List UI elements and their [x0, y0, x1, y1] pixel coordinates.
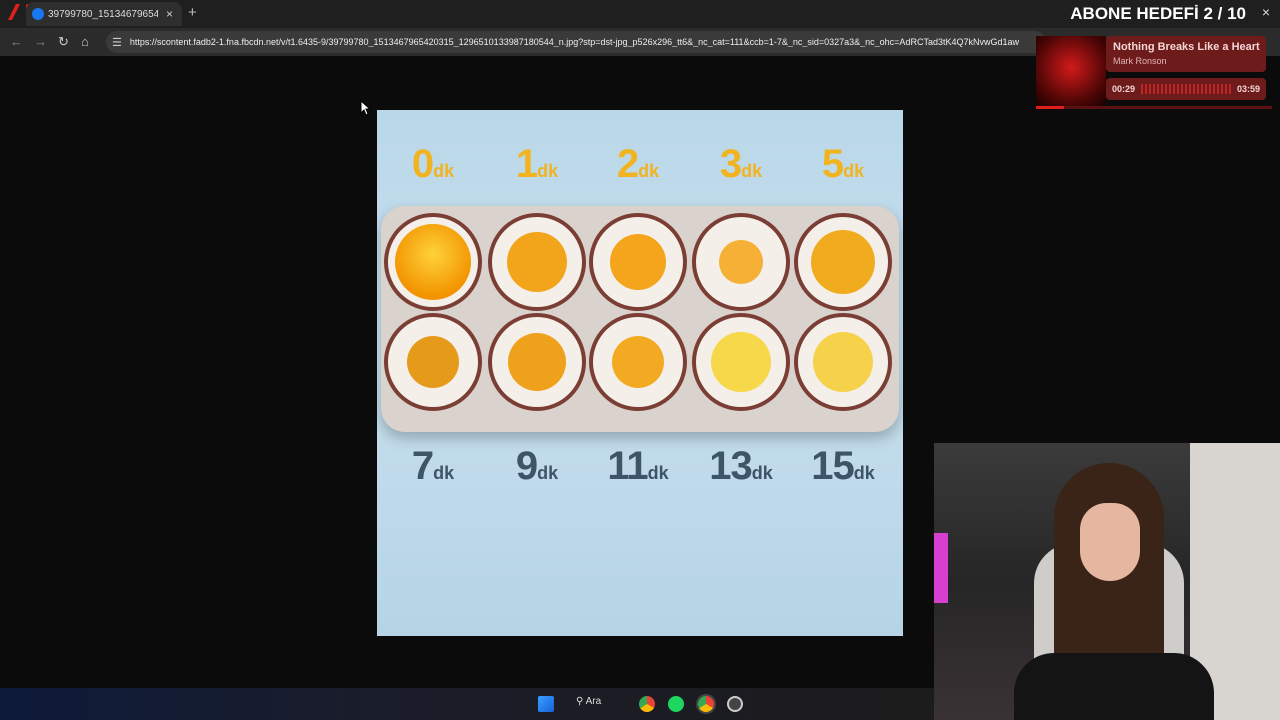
egg-yolk: [811, 230, 875, 294]
label-unit: dk: [843, 161, 865, 181]
browser-tab-strip: 39799780_1513467965420315_ × + ABONE HED…: [0, 0, 1280, 28]
back-arrow-icon[interactable]: ←: [10, 34, 23, 49]
forward-arrow-icon[interactable]: →: [34, 34, 47, 49]
egg-yolk: [507, 232, 567, 292]
label-number: 15: [811, 444, 854, 488]
label-number: 0: [411, 142, 434, 186]
egg-6: [488, 313, 586, 411]
label-number: 9: [515, 444, 538, 488]
bottom-time-label: 11dk: [588, 444, 688, 489]
label-number: 2: [616, 142, 639, 186]
egg-boiling-image: 0dk 1dk 2dk 3dk 5dk 7dk 9dk 11dk 13dk 15dk: [377, 110, 903, 636]
label-unit: dk: [537, 463, 559, 483]
obs-icon[interactable]: [727, 696, 743, 712]
webcam-feed: [934, 443, 1280, 720]
waveform: [1141, 84, 1231, 94]
egg-yolk: [813, 332, 873, 392]
top-time-label: 5dk: [793, 142, 893, 187]
subscriber-goal-text: ABONE HEDEFİ 2 / 10: [1070, 4, 1246, 23]
album-art: [1036, 36, 1106, 106]
label-unit: dk: [751, 463, 773, 483]
elapsed-time: 00:29: [1112, 84, 1136, 94]
progress-fill: [1036, 106, 1065, 109]
top-time-label: 2dk: [588, 142, 688, 187]
reload-icon[interactable]: ↻: [58, 34, 69, 50]
egg-4: [794, 213, 892, 311]
webcam-person-face: [1080, 503, 1140, 581]
new-tab-button[interactable]: +: [188, 4, 197, 21]
bottom-time-label: 9dk: [487, 444, 587, 489]
egg-1: [488, 213, 586, 311]
progress-track: [1036, 106, 1272, 109]
egg-yolk: [612, 336, 664, 388]
facebook-favicon-icon: [32, 8, 44, 20]
egg-yolk: [407, 336, 459, 388]
egg-9: [794, 313, 892, 411]
label-unit: dk: [433, 161, 455, 181]
bottom-time-label: 13dk: [691, 444, 791, 489]
tab-title: 39799780_1513467965420315_: [48, 8, 158, 20]
webcam-person-torso: [1014, 653, 1214, 720]
egg-yolk: [508, 333, 566, 391]
taskbar-search[interactable]: ⚲ Ara: [576, 696, 601, 707]
egg-7: [589, 313, 687, 411]
search-label: Ara: [585, 696, 602, 707]
top-time-label: 0dk: [383, 142, 483, 187]
address-bar[interactable]: ☰ https://scontent.fadb2-1.fna.fbcdn.net…: [106, 31, 1046, 53]
windows-taskbar: ⚲ Ara: [0, 688, 934, 720]
label-unit: dk: [537, 161, 559, 181]
playback-bar: 00:29 03:59: [1106, 78, 1266, 100]
egg-2: [589, 213, 687, 311]
label-unit: dk: [741, 161, 763, 181]
label-unit: dk: [433, 463, 455, 483]
egg-0: [384, 213, 482, 311]
top-time-label: 3dk: [691, 142, 791, 187]
url-text[interactable]: https://scontent.fadb2-1.fna.fbcdn.net/v…: [130, 37, 1035, 47]
label-unit: dk: [853, 463, 875, 483]
egg-yolk: [719, 240, 763, 284]
egg-yolk: [395, 224, 471, 300]
artist-name: Mark Ronson: [1113, 56, 1167, 66]
chrome-icon[interactable]: [639, 696, 655, 712]
site-info-icon[interactable]: ☰: [112, 36, 122, 49]
webcam-lamp: [934, 533, 948, 603]
window-close-icon[interactable]: ×: [1262, 4, 1270, 20]
label-number: 5: [821, 142, 844, 186]
egg-yolk: [711, 332, 771, 392]
egg-5: [384, 313, 482, 411]
label-number: 1: [515, 142, 538, 186]
egg-yolk: [610, 234, 666, 290]
chrome-profile-icon[interactable]: [698, 696, 714, 712]
windows-start-icon[interactable]: [538, 696, 554, 712]
label-unit: dk: [638, 161, 660, 181]
tab-active[interactable]: 39799780_1513467965420315_ ×: [26, 2, 182, 26]
total-time: 03:59: [1236, 84, 1260, 94]
egg-8: [692, 313, 790, 411]
label-number: 11: [607, 444, 648, 488]
bottom-time-label: 7dk: [383, 444, 483, 489]
tab-close-icon[interactable]: ×: [166, 7, 173, 21]
now-playing-widget: Nothing Breaks Like a Heart ( Mark Ronso…: [1036, 36, 1272, 110]
label-unit: dk: [647, 463, 669, 483]
label-number: 7: [411, 444, 434, 488]
spotify-icon[interactable]: [668, 696, 684, 712]
top-time-label: 1dk: [487, 142, 587, 187]
bottom-time-label: 15dk: [793, 444, 893, 489]
home-icon[interactable]: ⌂: [81, 34, 89, 49]
track-info: Nothing Breaks Like a Heart ( Mark Ronso…: [1106, 36, 1266, 72]
label-number: 13: [709, 444, 752, 488]
label-number: 3: [719, 142, 742, 186]
song-title: Nothing Breaks Like a Heart (: [1113, 41, 1263, 53]
egg-3: [692, 213, 790, 311]
